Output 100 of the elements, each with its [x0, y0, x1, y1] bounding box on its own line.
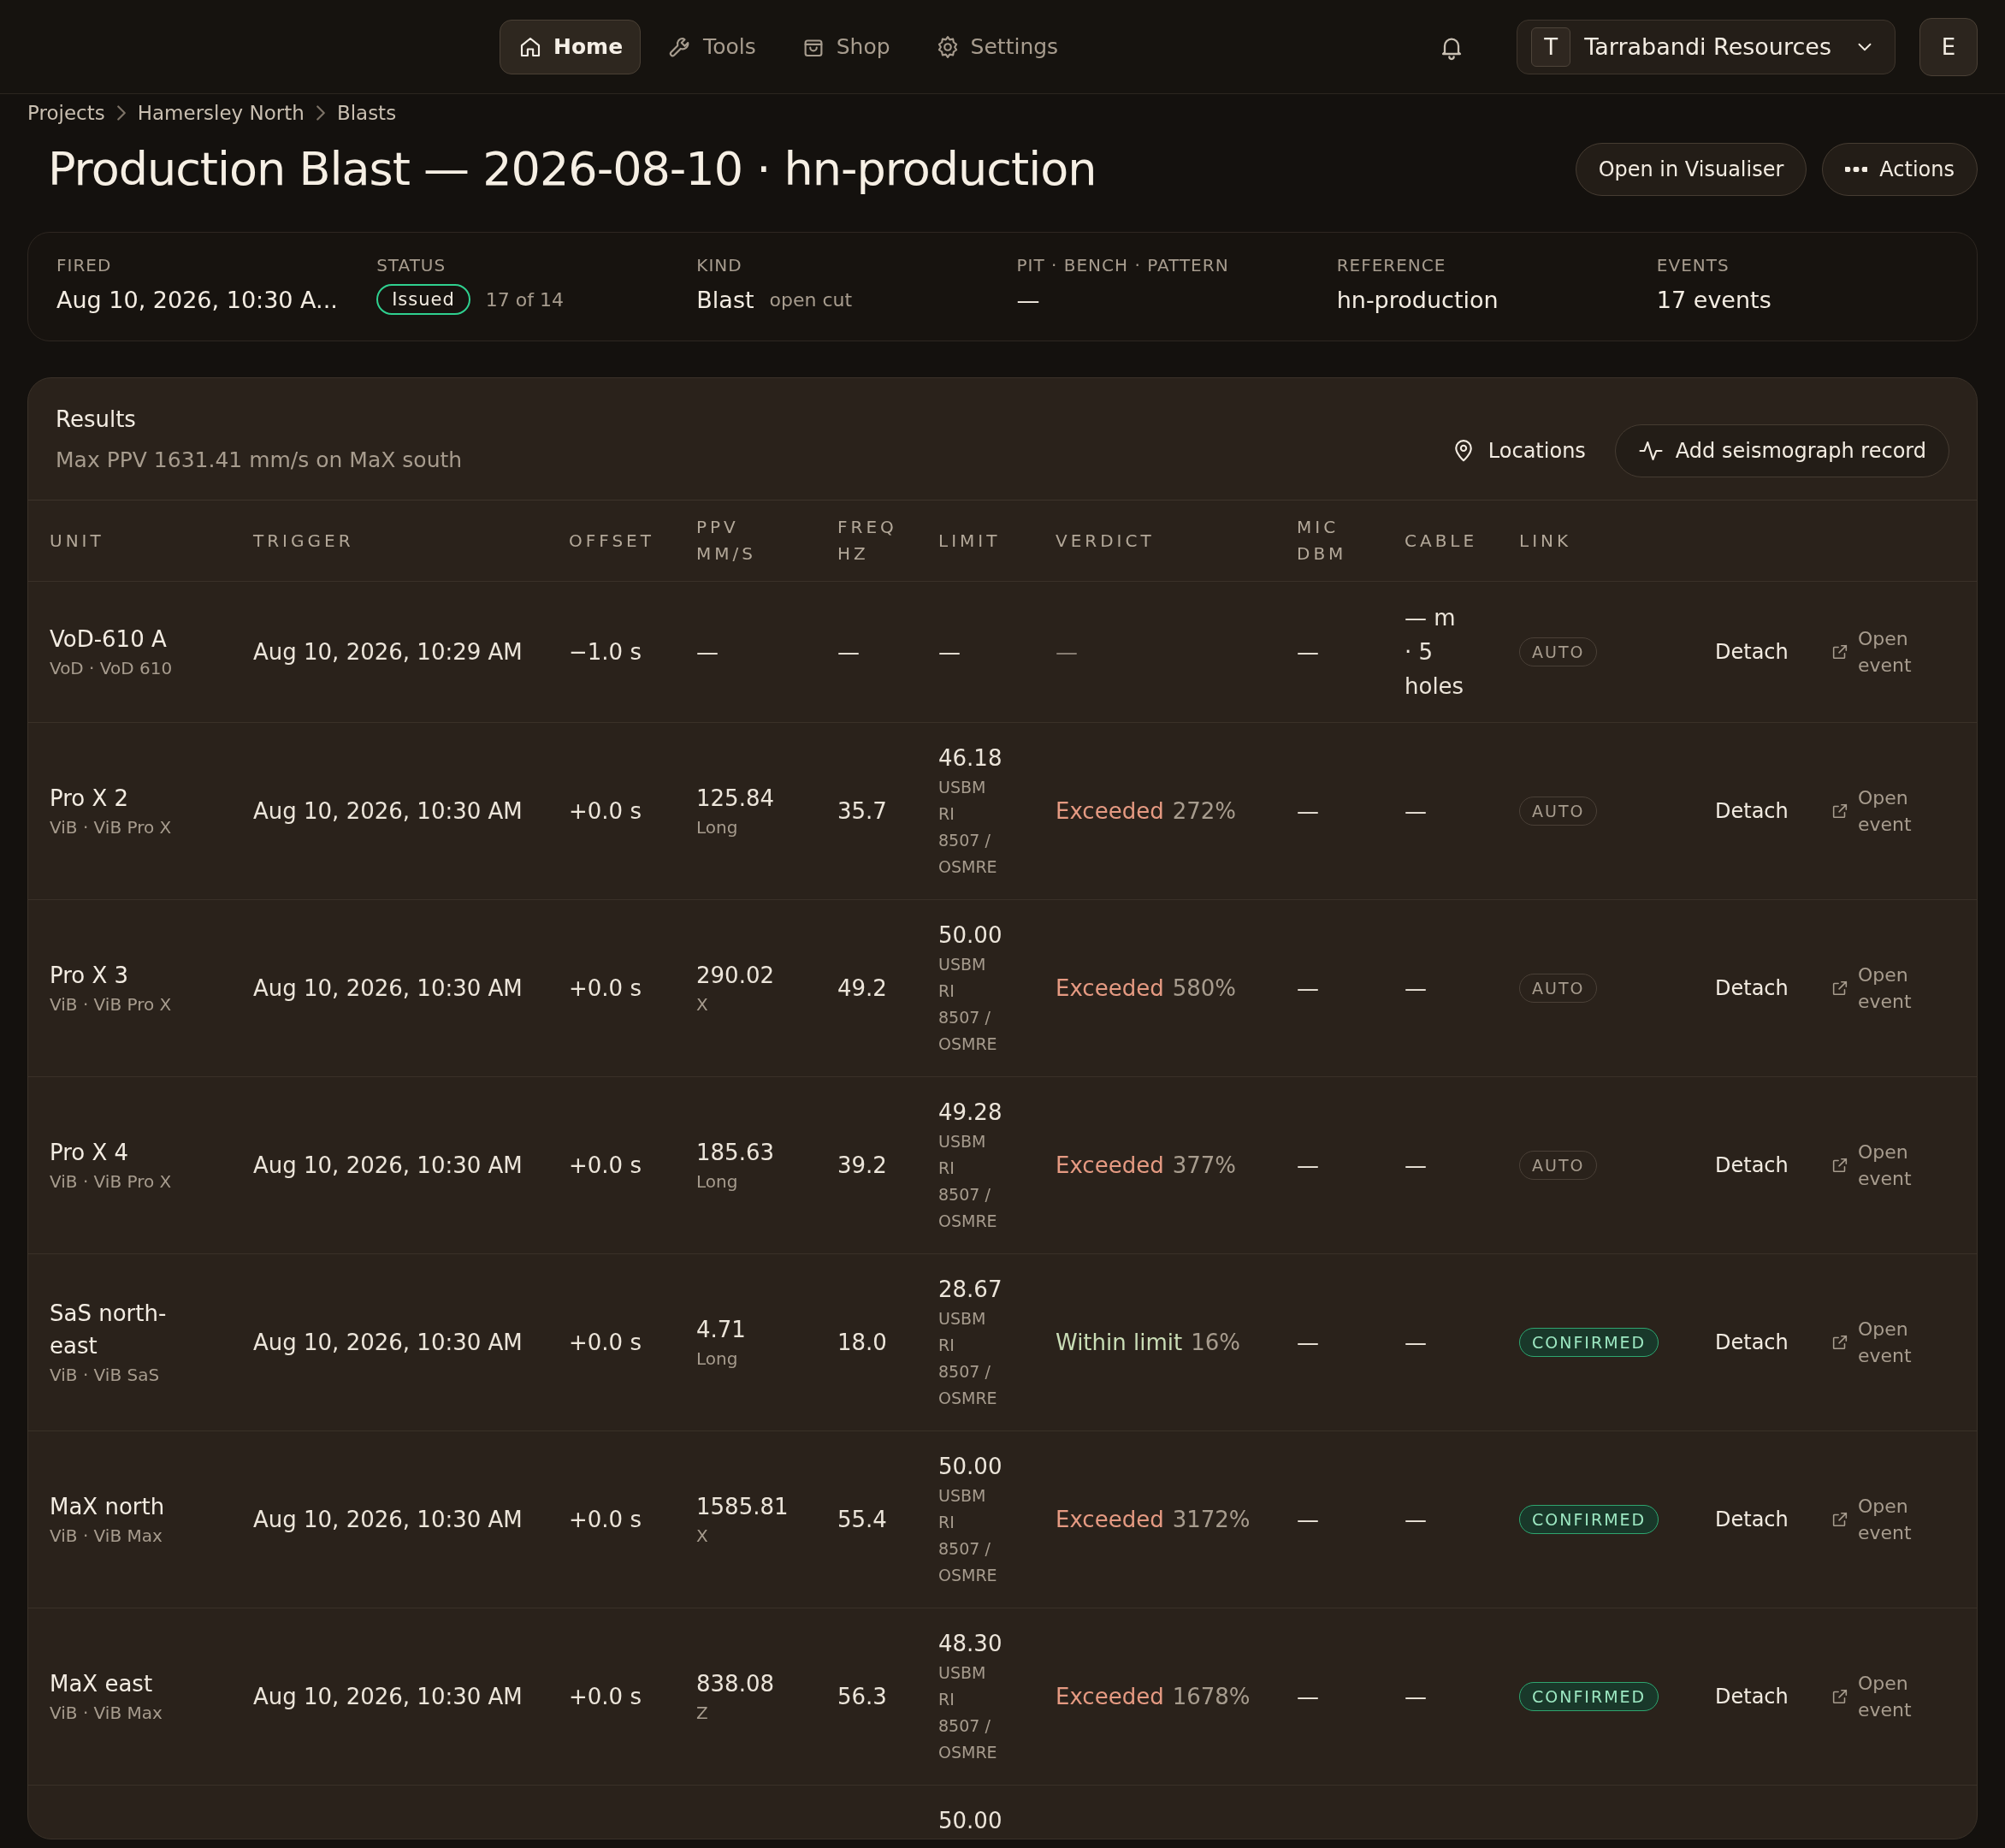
unit-name: VoD-610 A	[50, 625, 168, 654]
external-link-icon	[1831, 979, 1849, 998]
open-event-link[interactable]: Open event	[1831, 785, 1977, 838]
organization-selector[interactable]: T Tarrabandi Resources	[1517, 19, 1896, 74]
verdict-label: —	[1056, 639, 1078, 665]
verdict-percent: 377%	[1172, 1152, 1236, 1178]
open-visualiser-button[interactable]: Open in Visualiser	[1575, 142, 1807, 196]
column-header: LINK	[1519, 530, 1572, 551]
breadcrumb-link[interactable]: Projects	[27, 102, 105, 124]
detach-button[interactable]: Detach	[1715, 1685, 1789, 1709]
external-link-icon	[1831, 643, 1849, 661]
ppv-axis: Z	[696, 1701, 709, 1725]
limit-value: 28.67	[938, 1276, 1003, 1304]
unit-name: Pro X 3	[50, 961, 130, 990]
detach-button[interactable]: Detach	[1715, 1507, 1789, 1531]
frequency-value: 18.0	[837, 1330, 887, 1355]
column-header: OFFSET	[569, 530, 654, 551]
field-value: hn-production	[1336, 286, 1499, 313]
column-header: LIMIT	[938, 530, 1001, 551]
cable-value: —	[1405, 1152, 1428, 1180]
unit-model: ViB · ViB Pro X	[50, 1170, 173, 1194]
external-link-icon	[1831, 1333, 1849, 1352]
field-label: PIT · BENCH · PATTERN	[1016, 255, 1230, 275]
limit-value: 48.30	[938, 1630, 1003, 1658]
open-event-link[interactable]: Open event	[1831, 1316, 1977, 1369]
verdict-label: Within limit	[1056, 1330, 1183, 1355]
limit-value: 50.00	[938, 921, 1003, 950]
nav-tab[interactable]: Shop	[782, 19, 908, 74]
detach-button[interactable]: Detach	[1715, 1153, 1789, 1177]
limit-value: 49.28	[938, 1099, 1003, 1127]
trigger-time: Aug 10, 2026, 10:30 AM	[253, 1330, 523, 1355]
field-value: 17 events	[1656, 286, 1771, 313]
external-link-icon	[1831, 802, 1849, 820]
unit-name: Pro X 4	[50, 1138, 130, 1167]
cable-value: —	[1405, 1506, 1428, 1534]
breadcrumb-link[interactable]: Blasts	[336, 102, 397, 124]
actions-button[interactable]: Actions	[1822, 142, 1978, 196]
field-value: Aug 10, 2026, 10:30 A...	[56, 286, 338, 313]
nav-tab[interactable]: Home	[500, 19, 642, 74]
limit-standard: USBM RI 8507 / OSMRE	[938, 954, 998, 1055]
add-record-button[interactable]: Add seismograph record	[1614, 424, 1949, 477]
detach-button[interactable]: Detach	[1715, 1330, 1789, 1354]
unit-model: ViB · ViB Pro X	[50, 992, 173, 1016]
breadcrumb-link[interactable]: Hamersley North	[137, 102, 305, 124]
verdict-percent: 272%	[1172, 798, 1236, 824]
user-avatar[interactable]: E	[1919, 17, 1978, 76]
ppv-axis: X	[696, 992, 709, 1016]
frequency-value: —	[837, 639, 860, 665]
external-link-icon	[1831, 1687, 1849, 1706]
trigger-time: Aug 10, 2026, 10:30 AM	[253, 975, 523, 1001]
open-event-link[interactable]: Open event	[1831, 1493, 1977, 1546]
chevron-right-icon	[316, 105, 325, 121]
verdict-label: Exceeded	[1056, 1684, 1164, 1709]
limit-value: 50.00	[938, 1453, 1003, 1481]
trigger-time: Aug 10, 2026, 10:30 AM	[253, 798, 523, 824]
detach-button[interactable]: Detach	[1715, 976, 1789, 1000]
offset-value: +0.0 s	[569, 1507, 642, 1532]
frequency-value: 55.4	[837, 1507, 887, 1532]
open-event-link[interactable]: Open event	[1831, 1670, 1977, 1723]
open-event-link[interactable]: Open event	[1831, 625, 1977, 678]
frequency-value: 56.3	[837, 1684, 887, 1709]
limit-standard: USBM RI 8507 / OSMRE	[938, 1485, 998, 1586]
column-header: CABLE	[1405, 530, 1478, 551]
chevron-right-icon	[116, 105, 126, 121]
open-event-link[interactable]: Open event	[1831, 962, 1977, 1015]
frequency-value: 49.2	[837, 975, 887, 1001]
ppv-value: 838.08	[696, 1669, 775, 1698]
trigger-time: Aug 10, 2026, 10:29 AM	[253, 639, 523, 665]
field-label: STATUS	[376, 255, 447, 275]
ppv-value: 4.71	[696, 1315, 747, 1344]
field-note: 17 of 14	[485, 288, 564, 311]
detach-button[interactable]: Detach	[1715, 640, 1789, 664]
ppv-value: 185.63	[696, 1138, 775, 1167]
nav-tab[interactable]: Settings	[916, 19, 1077, 74]
mic-value: —	[1297, 639, 1319, 665]
limit-standard: USBM RI 8507 / OSMRE	[938, 1662, 998, 1763]
section-subtitle: Max PPV 1631.41 mm/s on MaX south	[56, 447, 463, 472]
organization-name: Tarrabandi Resources	[1584, 33, 1831, 60]
column-header: FREQ HZ	[837, 517, 897, 564]
ppv-axis: Long	[696, 1347, 739, 1371]
unit-model: VoD · VoD 610	[50, 656, 174, 680]
link-status-badge: CONFIRMED	[1519, 1505, 1659, 1534]
open-event-link[interactable]: Open event	[1831, 1139, 1977, 1192]
column-header: VERDICT	[1056, 530, 1155, 551]
link-status-badge: CONFIRMED	[1519, 1328, 1659, 1357]
mic-value: —	[1297, 1684, 1319, 1709]
locations-button[interactable]: Locations	[1445, 437, 1591, 465]
offset-value: +0.0 s	[569, 1684, 642, 1709]
nav-tab[interactable]: Tools	[649, 19, 774, 74]
offset-value: −1.0 s	[569, 639, 642, 665]
offset-value: +0.0 s	[569, 1330, 642, 1355]
field-label: KIND	[696, 255, 743, 275]
detach-button[interactable]: Detach	[1715, 799, 1789, 823]
verdict-label: Exceeded	[1056, 1152, 1164, 1178]
page-title: Production Blast — 2026-08-10 · hn-production	[48, 142, 1097, 196]
field-note: open cut	[769, 288, 853, 311]
cable-value: —	[1405, 974, 1428, 1003]
column-header: PPV MM/S	[696, 517, 756, 564]
section-title: Results	[56, 406, 137, 432]
frequency-value: 39.2	[837, 1152, 887, 1178]
